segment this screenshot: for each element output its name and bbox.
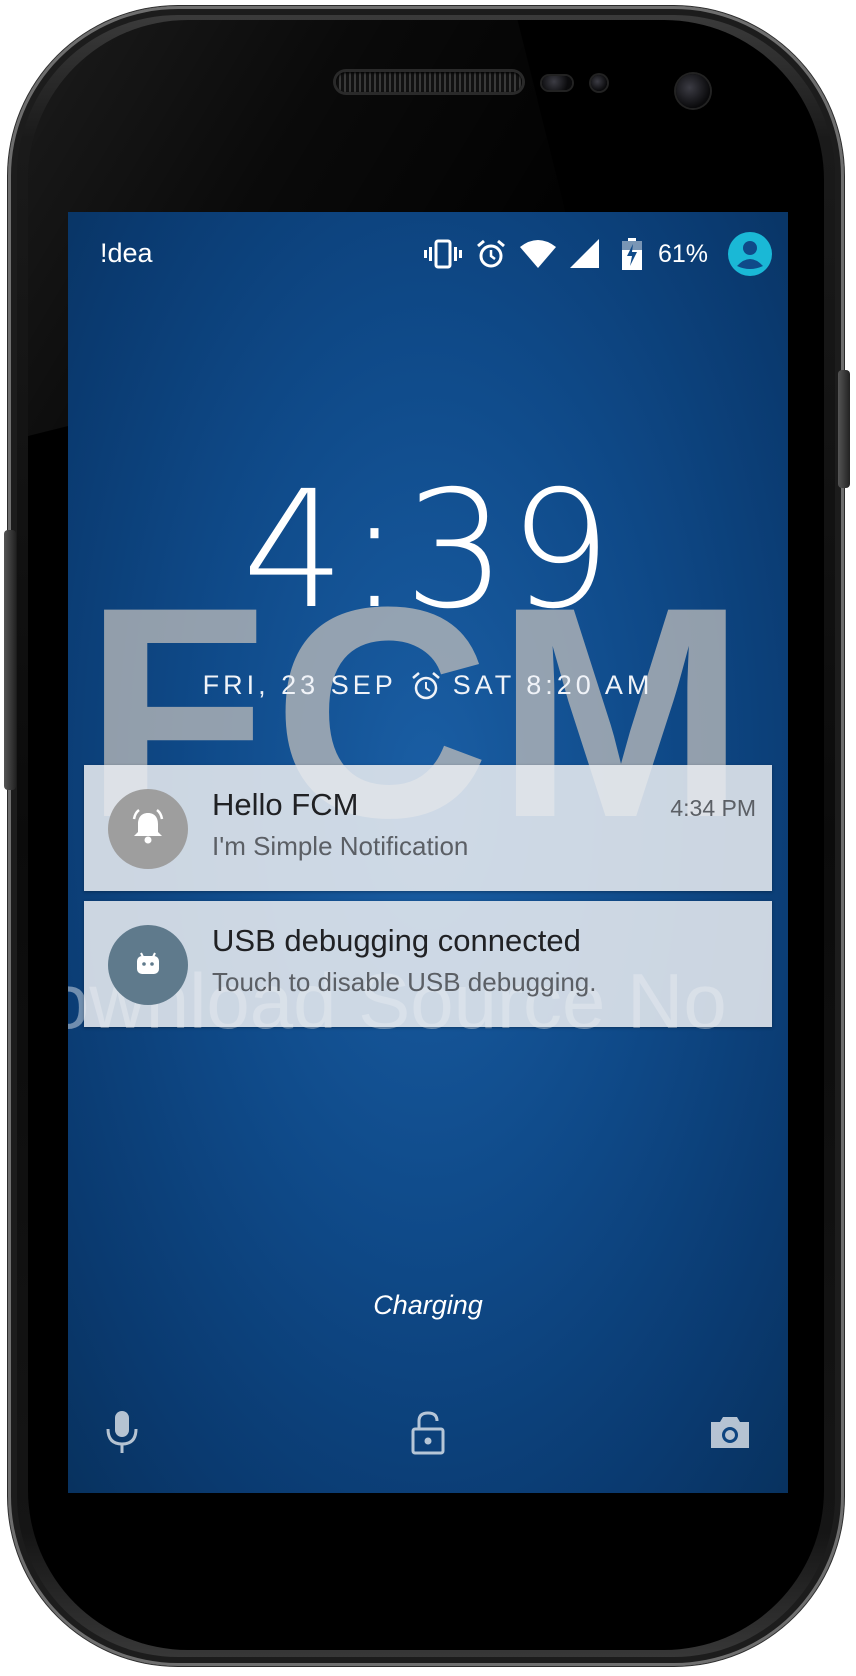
lock-clock: 4:39 bbox=[242, 457, 614, 645]
light-sensor bbox=[591, 75, 607, 91]
lock-icon[interactable] bbox=[398, 1402, 458, 1462]
notification-usb-debugging[interactable]: USB debugging connected Touch to disable… bbox=[84, 901, 772, 1027]
charging-status: Charging bbox=[373, 1290, 483, 1320]
battery-charging-icon bbox=[621, 238, 642, 270]
status-bar: !dea 61% bbox=[68, 212, 788, 294]
battery-percent: 61% bbox=[657, 239, 708, 268]
date-alarm-row: FRI, 23 SEP SAT 8:20 AM bbox=[68, 670, 788, 701]
notification-title: Hello FCM bbox=[212, 787, 359, 822]
volume-button bbox=[4, 530, 16, 790]
notification-time: 4:34 PM bbox=[670, 795, 756, 821]
lock-date: FRI, 23 SEP bbox=[202, 670, 397, 700]
front-camera bbox=[676, 74, 710, 108]
wifi-icon bbox=[519, 239, 556, 269]
notification-text: Touch to disable USB debugging. bbox=[212, 967, 597, 997]
earpiece-speaker bbox=[336, 72, 522, 92]
power-button bbox=[838, 370, 850, 488]
notification-icon-circle bbox=[108, 925, 188, 1005]
notification-icon-circle bbox=[108, 789, 188, 869]
notification-hello-fcm[interactable]: Hello FCM I'm Simple Notification 4:34 P… bbox=[84, 765, 772, 891]
android-icon bbox=[133, 948, 163, 982]
user-avatar-icon[interactable] bbox=[728, 232, 772, 276]
next-alarm-time: SAT 8:20 AM bbox=[452, 670, 654, 700]
notification-text: I'm Simple Notification bbox=[212, 831, 469, 861]
microphone-icon[interactable] bbox=[92, 1402, 152, 1462]
camera-icon[interactable] bbox=[700, 1402, 760, 1462]
signal-icon bbox=[569, 239, 600, 269]
notification-title: USB debugging connected bbox=[212, 923, 581, 958]
lock-screen[interactable]: FCM ownload Source No !dea bbox=[68, 212, 788, 1493]
proximity-sensor bbox=[542, 76, 572, 90]
next-alarm-icon bbox=[411, 671, 441, 701]
alarm-icon bbox=[476, 239, 506, 269]
status-icons: 61% bbox=[410, 230, 772, 278]
vibrate-icon bbox=[423, 239, 462, 269]
carrier-name: !dea bbox=[100, 238, 153, 268]
bell-icon bbox=[128, 807, 168, 851]
